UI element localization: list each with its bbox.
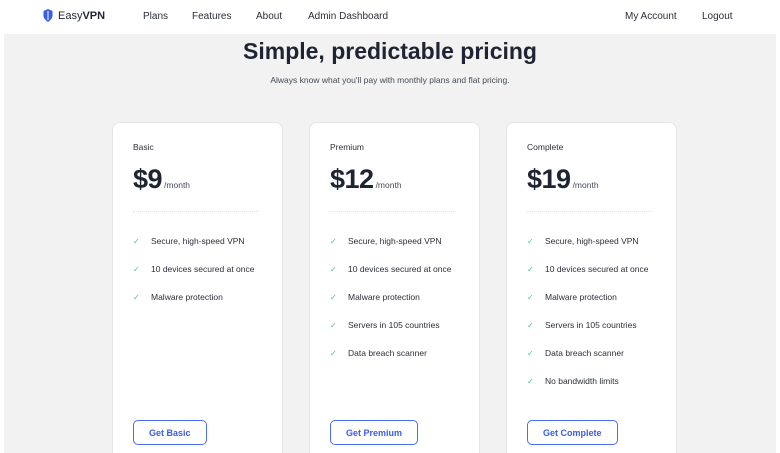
feature-item: ✓ 10 devices secured at once	[527, 255, 648, 283]
feature-item: ✓ Servers in 105 countries	[527, 311, 648, 339]
plan-card-complete: Complete $19 /month ✓ Secure, high-speed …	[506, 122, 677, 453]
plan-period: /month	[572, 180, 599, 190]
feature-label: Servers in 105 countries	[348, 320, 440, 330]
plan-card-basic: Basic $9 /month ✓ Secure, high-speed VPN …	[112, 122, 283, 453]
check-icon: ✓	[133, 236, 140, 246]
page-title: Simple, predictable pricing	[243, 38, 537, 64]
plan-card-premium: Premium $12 /month ✓ Secure, high-speed V…	[309, 122, 480, 453]
brand-logo[interactable]: EasyVPN	[43, 9, 105, 22]
page-subtitle: Always know what you'll pay with monthly…	[270, 75, 510, 85]
feature-item: ✓ Data breach scanner	[527, 339, 648, 367]
check-icon: ✓	[330, 292, 337, 302]
feature-item: ✓ 10 devices secured at once	[330, 255, 451, 283]
check-icon: ✓	[330, 236, 337, 246]
divider	[330, 211, 456, 212]
feature-item: ✓ No bandwidth limits	[527, 367, 648, 395]
plan-price: $19	[527, 164, 571, 194]
feature-list: ✓ Secure, high-speed VPN ✓ 10 devices secu…	[330, 227, 451, 367]
plan-name: Basic	[133, 142, 154, 152]
feature-label: Secure, high-speed VPN	[545, 236, 639, 246]
feature-label: No bandwidth limits	[545, 376, 619, 386]
plan-price: $9	[133, 164, 163, 194]
feature-item: ✓ Data breach scanner	[330, 339, 451, 367]
feature-item: ✓ Servers in 105 countries	[330, 311, 451, 339]
feature-label: Data breach scanner	[348, 348, 427, 358]
top-navbar: EasyVPN Plans Features About Admin Dashb…	[0, 0, 780, 34]
feature-label: Malware protection	[151, 292, 223, 302]
nav-link-plans[interactable]: Plans	[143, 11, 168, 22]
plan-period: /month	[375, 180, 402, 190]
price-row: $19 /month	[527, 164, 599, 195]
feature-item: ✓ Secure, high-speed VPN	[330, 227, 451, 255]
feature-item: ✓ Malware protection	[133, 283, 254, 311]
plan-price: $12	[330, 164, 374, 194]
feature-item: ✓ Malware protection	[527, 283, 648, 311]
nav-link-about[interactable]: About	[256, 11, 282, 22]
check-icon: ✓	[527, 236, 534, 246]
brand-name: EasyVPN	[58, 10, 105, 22]
nav-link-features[interactable]: Features	[192, 11, 231, 22]
feature-item: ✓ 10 devices secured at once	[133, 255, 254, 283]
check-icon: ✓	[527, 264, 534, 274]
nav-link-admin-dashboard[interactable]: Admin Dashboard	[308, 11, 388, 22]
feature-item: ✓ Secure, high-speed VPN	[133, 227, 254, 255]
feature-item: ✓ Secure, high-speed VPN	[527, 227, 648, 255]
feature-label: Malware protection	[348, 292, 420, 302]
check-icon: ✓	[330, 264, 337, 274]
plan-name: Premium	[330, 142, 365, 152]
get-complete-button[interactable]: Get Complete	[527, 420, 618, 445]
check-icon: ✓	[527, 376, 534, 386]
plan-name: Complete	[527, 142, 564, 152]
price-row: $12 /month	[330, 164, 402, 195]
brand-prefix: Easy	[58, 9, 83, 22]
logout-link[interactable]: Logout	[702, 11, 733, 22]
check-icon: ✓	[133, 292, 140, 302]
feature-list: ✓ Secure, high-speed VPN ✓ 10 devices secu…	[133, 227, 254, 311]
check-icon: ✓	[527, 348, 534, 358]
feature-label: Malware protection	[545, 292, 617, 302]
get-premium-button[interactable]: Get Premium	[330, 420, 419, 445]
get-basic-button[interactable]: Get Basic	[133, 420, 207, 445]
feature-label: Secure, high-speed VPN	[151, 236, 245, 246]
check-icon: ✓	[330, 348, 337, 358]
plan-period: /month	[164, 180, 191, 190]
price-row: $9 /month	[133, 164, 190, 195]
feature-item: ✓ Malware protection	[330, 283, 451, 311]
feature-label: 10 devices secured at once	[151, 264, 255, 274]
shield-logo-icon	[43, 9, 53, 22]
brand-suffix: VPN	[82, 9, 106, 22]
feature-label: Data breach scanner	[545, 348, 624, 358]
divider	[133, 211, 259, 212]
nav-link-my-account[interactable]: My Account	[625, 11, 677, 22]
feature-list: ✓ Secure, high-speed VPN ✓ 10 devices secu…	[527, 227, 648, 395]
check-icon: ✓	[527, 292, 534, 302]
check-icon: ✓	[133, 264, 140, 274]
feature-label: 10 devices secured at once	[348, 264, 452, 274]
divider	[527, 211, 653, 212]
feature-label: 10 devices secured at once	[545, 264, 649, 274]
check-icon: ✓	[527, 320, 534, 330]
check-icon: ✓	[330, 320, 337, 330]
feature-label: Servers in 105 countries	[545, 320, 637, 330]
feature-label: Secure, high-speed VPN	[348, 236, 442, 246]
